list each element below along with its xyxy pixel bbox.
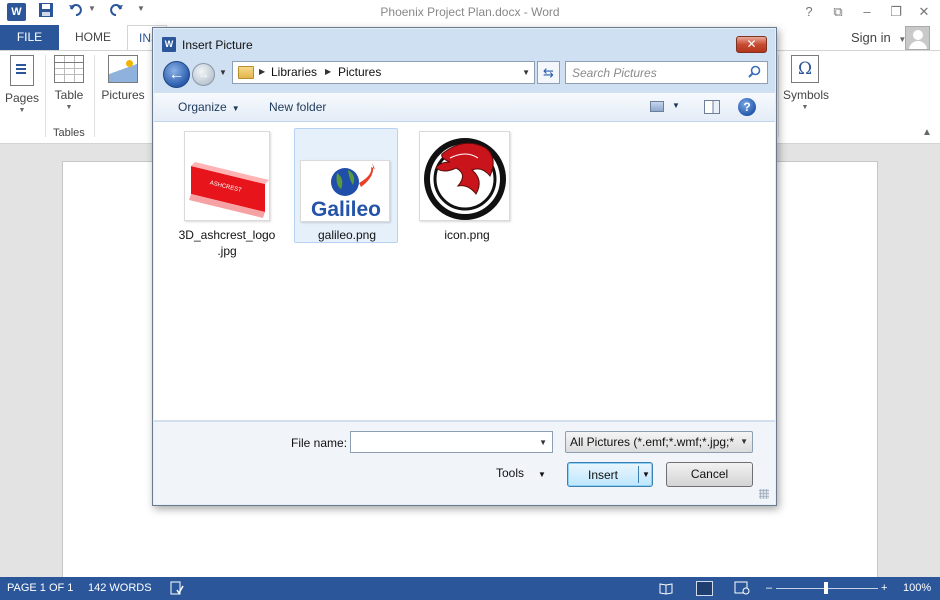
- back-arrow-icon[interactable]: ←: [163, 61, 190, 88]
- restore-button[interactable]: ❐: [884, 2, 908, 22]
- read-mode-icon[interactable]: [659, 577, 673, 600]
- address-bar[interactable]: ▶ Libraries ▶ Pictures ▼: [232, 61, 535, 84]
- word-document-icon: W: [162, 37, 176, 52]
- web-layout-icon[interactable]: [734, 577, 750, 600]
- status-bar: PAGE 1 OF 1 142 WORDS – + 100%: [0, 577, 940, 600]
- zoom-in-icon[interactable]: +: [881, 577, 887, 600]
- tools-button[interactable]: Tools ▼: [496, 466, 546, 480]
- breadcrumb-arrow-icon[interactable]: ▶: [259, 67, 265, 76]
- ribbon-separator: [778, 55, 779, 137]
- word-count[interactable]: 142 WORDS: [88, 577, 152, 600]
- file-item[interactable]: ASHCREST 3D_ashcrest_logo .jpg: [175, 129, 279, 261]
- help-icon[interactable]: ?: [738, 98, 756, 116]
- breadcrumb-libraries[interactable]: Libraries: [271, 65, 317, 79]
- pages-icon: [10, 55, 34, 86]
- dialog-bottom-panel: File name: ▼ All Pictures (*.emf;*.wmf;*…: [154, 422, 775, 504]
- organize-label[interactable]: Organize: [178, 100, 227, 114]
- file-name[interactable]: galileo.png: [295, 227, 399, 243]
- file-type-dropdown-icon[interactable]: ▼: [740, 432, 748, 452]
- zoom-level[interactable]: 100%: [903, 577, 931, 600]
- organize-button[interactable]: Organize ▼: [178, 100, 240, 114]
- file-item-selected[interactable]: Galileo galileo.png: [294, 128, 398, 243]
- ribbon-separator: [45, 55, 46, 137]
- file-name-extension[interactable]: .jpg: [175, 243, 279, 259]
- symbols-label: Symbols: [783, 88, 830, 102]
- refresh-icon[interactable]: ⇆: [537, 61, 560, 84]
- print-layout-icon[interactable]: [696, 581, 713, 596]
- pictures-button[interactable]: Pictures: [99, 55, 147, 102]
- file-thumbnail: [419, 131, 510, 221]
- change-view-icon[interactable]: [650, 101, 664, 112]
- file-name[interactable]: 3D_ashcrest_logo: [175, 227, 279, 243]
- tools-label[interactable]: Tools: [496, 466, 524, 480]
- proofing-icon[interactable]: [170, 577, 184, 600]
- file-item[interactable]: icon.png: [415, 129, 519, 261]
- pages-button[interactable]: Pages ▼: [4, 55, 40, 114]
- file-type-filter-label[interactable]: All Pictures (*.emf;*.wmf;*.jpg;*: [570, 435, 734, 449]
- search-input[interactable]: [568, 64, 738, 81]
- search-box[interactable]: [565, 61, 768, 84]
- ribbon-display-options-button[interactable]: ⧉: [826, 2, 850, 22]
- breadcrumb-arrow-icon[interactable]: ▶: [325, 67, 331, 76]
- sign-in-link[interactable]: Sign in ▼: [851, 25, 906, 50]
- table-button[interactable]: Table ▼: [50, 55, 88, 111]
- symbols-button[interactable]: Ω Symbols ▼: [783, 55, 830, 111]
- insert-button[interactable]: Insert ▼: [567, 462, 653, 487]
- sign-in-label[interactable]: Sign in: [851, 30, 891, 45]
- pictures-icon: [108, 55, 138, 83]
- forward-arrow-icon[interactable]: →: [192, 63, 215, 86]
- tab-file[interactable]: FILE: [0, 25, 59, 50]
- file-name-input[interactable]: [353, 433, 533, 451]
- table-icon: [54, 55, 84, 83]
- insert-label[interactable]: Insert: [588, 468, 618, 482]
- ribbon-separator: [94, 55, 95, 137]
- file-name-dropdown-icon[interactable]: ▼: [539, 438, 547, 447]
- tab-home[interactable]: HOME: [64, 25, 122, 50]
- table-label: Table: [54, 88, 84, 102]
- pictures-label: Pictures: [101, 88, 145, 102]
- address-dropdown-icon[interactable]: ▼: [522, 68, 530, 77]
- resize-grip-icon[interactable]: [759, 489, 769, 499]
- preview-pane-icon[interactable]: [704, 100, 720, 114]
- pages-label: Pages: [4, 91, 40, 105]
- insert-picture-dialog: W Insert Picture ✕ ← → ▼ ▶ Libraries ▶ P…: [152, 27, 777, 506]
- zoom-out-icon[interactable]: –: [766, 577, 772, 600]
- table-dropdown-icon: ▼: [65, 104, 73, 111]
- library-folder-icon: [238, 66, 254, 79]
- search-icon[interactable]: [748, 65, 761, 81]
- help-button[interactable]: ?: [797, 2, 821, 22]
- pages-dropdown-icon: ▼: [18, 107, 26, 114]
- dialog-toolbar: Organize ▼ New folder ▼ ?: [154, 92, 775, 122]
- symbols-dropdown-icon: ▼: [801, 104, 809, 111]
- cancel-button[interactable]: Cancel: [666, 462, 753, 487]
- close-window-button[interactable]: ✕: [912, 2, 936, 22]
- thumbnail-logo-text: Galileo: [311, 198, 381, 221]
- navigation-bar: ← → ▼ ▶ Libraries ▶ Pictures ▼ ⇆: [159, 58, 771, 88]
- insert-options-dropdown-icon[interactable]: ▼: [642, 470, 650, 479]
- organize-dropdown-icon[interactable]: ▼: [232, 104, 240, 113]
- dialog-close-button[interactable]: ✕: [736, 36, 767, 53]
- file-name[interactable]: icon.png: [415, 227, 519, 243]
- group-label-tables: Tables: [53, 127, 85, 139]
- collapse-ribbon-icon[interactable]: ▲: [922, 127, 932, 138]
- file-thumbnail: Galileo: [300, 160, 390, 222]
- new-folder-button[interactable]: New folder: [269, 100, 326, 114]
- file-thumbnail: ASHCREST: [184, 131, 270, 221]
- file-list: ASHCREST 3D_ashcrest_logo .jpg Galileo g…: [154, 122, 775, 421]
- minimize-button[interactable]: –: [855, 2, 879, 22]
- page-count[interactable]: PAGE 1 OF 1: [7, 577, 73, 600]
- omega-icon: Ω: [791, 55, 819, 83]
- tools-dropdown-icon[interactable]: ▼: [538, 470, 546, 479]
- file-type-filter[interactable]: All Pictures (*.emf;*.wmf;*.jpg;* ▼: [565, 431, 753, 453]
- view-options-dropdown-icon[interactable]: ▼: [672, 101, 680, 110]
- title-bar: W ▼ ▼ Phoenix Project Plan.docx - Word ?…: [0, 0, 940, 25]
- split-divider: [638, 466, 639, 483]
- recent-locations-dropdown-icon[interactable]: ▼: [219, 68, 227, 77]
- file-name-combobox[interactable]: ▼: [350, 431, 553, 453]
- file-name-label: File name:: [291, 436, 348, 450]
- breadcrumb-pictures[interactable]: Pictures: [338, 65, 381, 79]
- avatar[interactable]: [905, 26, 930, 50]
- zoom-slider-thumb[interactable]: [824, 582, 828, 594]
- dialog-title: Insert Picture: [182, 38, 253, 52]
